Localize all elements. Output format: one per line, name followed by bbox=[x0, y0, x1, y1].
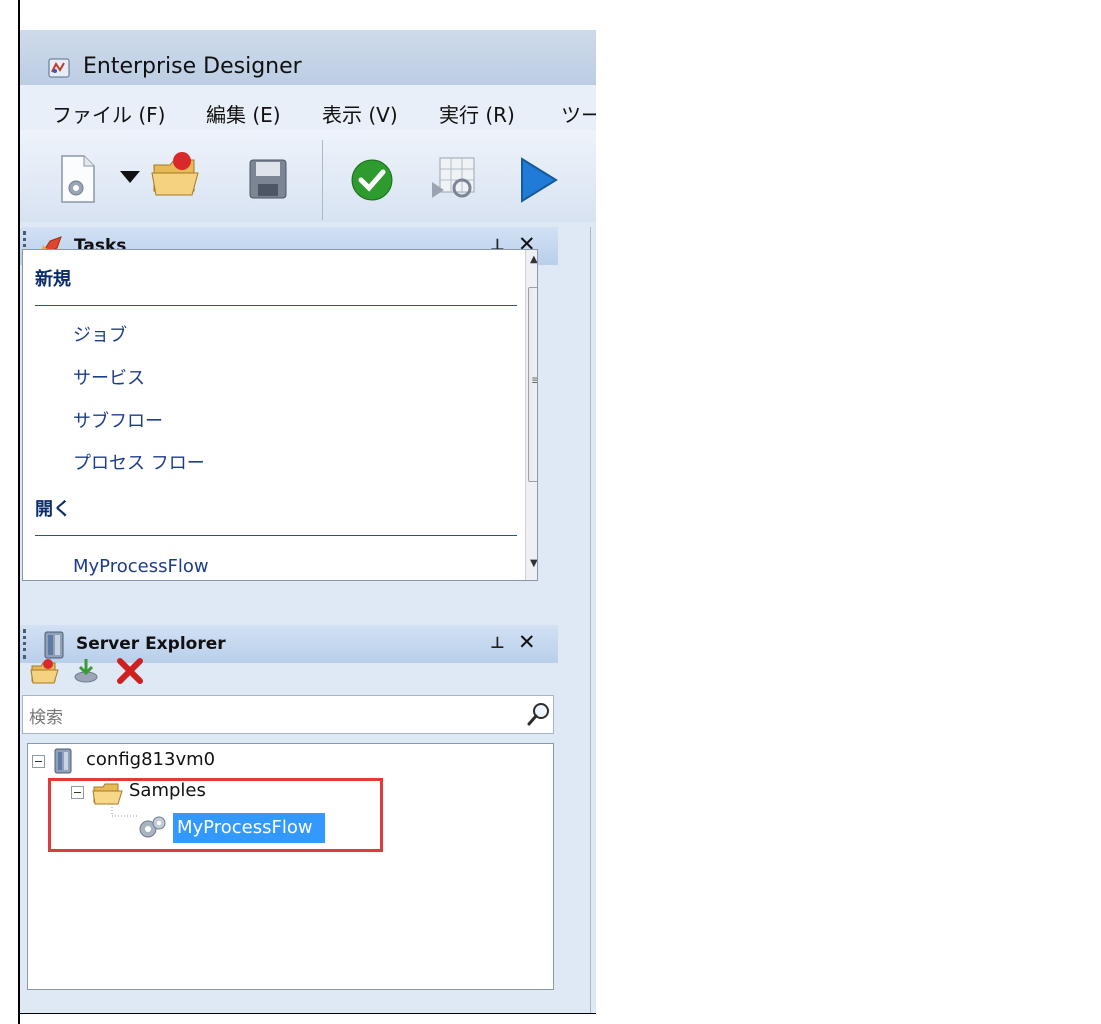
menu-edit[interactable]: 編集 (E) bbox=[206, 99, 281, 128]
menu-file[interactable]: ファイル (F) bbox=[52, 99, 165, 128]
task-link-subflow[interactable]: サブフロー bbox=[73, 407, 163, 433]
search-icon[interactable] bbox=[527, 701, 551, 727]
save-icon[interactable] bbox=[248, 158, 288, 200]
validate-check-icon[interactable] bbox=[350, 158, 394, 202]
app-icon bbox=[48, 58, 70, 78]
server-explorer-toolbar bbox=[22, 641, 560, 695]
window-title: Enterprise Designer bbox=[83, 54, 302, 79]
dropdown-arrow-icon[interactable] bbox=[119, 170, 141, 184]
grip-lines-icon: ≡ bbox=[531, 373, 537, 387]
search-placeholder: 検索 bbox=[29, 708, 63, 728]
scroll-thumb[interactable]: ≡ bbox=[528, 287, 537, 482]
task-link-service[interactable]: サービス bbox=[73, 364, 145, 390]
annotation-highlight-box bbox=[48, 778, 383, 852]
section-divider bbox=[35, 535, 517, 536]
document-area-edge bbox=[590, 227, 596, 1013]
scroll-down-icon[interactable]: ▼ bbox=[530, 558, 537, 569]
title-bar: Enterprise Designer bbox=[20, 30, 596, 85]
open-item-myprocessflow[interactable]: MyProcessFlow bbox=[73, 556, 209, 577]
import-icon[interactable] bbox=[72, 657, 100, 685]
toolbar-separator bbox=[322, 140, 323, 220]
new-section-heading: 新規 bbox=[35, 269, 71, 290]
run-play-icon[interactable] bbox=[518, 156, 560, 204]
collapse-server-icon[interactable] bbox=[32, 755, 45, 768]
scroll-up-icon[interactable]: ▲ bbox=[530, 254, 537, 265]
delete-icon[interactable] bbox=[116, 657, 144, 685]
inspect-grid-icon[interactable] bbox=[430, 156, 480, 204]
new-document-icon[interactable] bbox=[58, 154, 98, 204]
menu-run[interactable]: 実行 (R) bbox=[439, 99, 515, 128]
bottom-border-line bbox=[20, 1013, 596, 1014]
tasks-panel-body: 新規 ジョブ サービス サブフロー プロセス フロー 開く MyProcessF… bbox=[22, 249, 538, 581]
section-divider bbox=[35, 305, 517, 306]
open-section-heading: 開く bbox=[35, 499, 71, 520]
task-link-job[interactable]: ジョブ bbox=[73, 321, 127, 347]
menu-tools[interactable]: ツー bbox=[561, 99, 596, 128]
task-link-process-flow[interactable]: プロセス フロー bbox=[73, 449, 205, 475]
tree-node-server[interactable]: config813vm0 bbox=[86, 749, 215, 770]
connect-folder-icon[interactable] bbox=[30, 657, 60, 685]
toolbar bbox=[20, 130, 596, 222]
open-folder-icon[interactable] bbox=[150, 149, 202, 199]
search-input[interactable]: 検索 bbox=[22, 695, 554, 734]
menu-view[interactable]: 表示 (V) bbox=[322, 99, 398, 128]
server-icon bbox=[54, 748, 72, 774]
tasks-scrollbar[interactable]: ▲ ≡ ▼ bbox=[525, 250, 537, 580]
